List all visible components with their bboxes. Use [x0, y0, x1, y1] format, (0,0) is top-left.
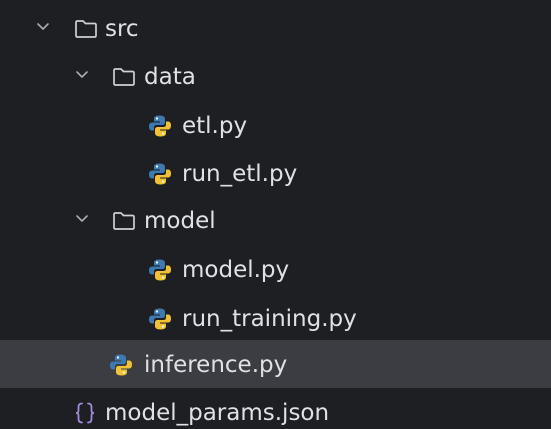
json-braces-icon: [75, 402, 95, 424]
tree-item-run-etl-py[interactable]: run_etl.py: [0, 149, 551, 197]
python-file-icon: [149, 259, 171, 281]
tree-item-label: model_params.json: [105, 400, 330, 426]
tree-item-run-training-py[interactable]: run_training.py: [0, 294, 551, 342]
tree-item-label: data: [144, 64, 196, 90]
tree-item-label: inference.py: [144, 352, 288, 378]
tree-item-inference-py[interactable]: inference.py: [0, 340, 551, 388]
tree-item-label: model: [144, 208, 216, 234]
tree-item-label: model.py: [182, 257, 290, 283]
python-file-icon: [149, 163, 171, 185]
tree-item-label: run_training.py: [182, 306, 357, 332]
chevron-down-icon[interactable]: [74, 66, 90, 82]
folder-icon: [113, 212, 135, 230]
folder-icon: [113, 68, 135, 86]
python-file-icon: [149, 308, 171, 330]
tree-item-etl-py[interactable]: etl.py: [0, 101, 551, 149]
chevron-down-icon[interactable]: [74, 210, 90, 226]
tree-item-model-params-json[interactable]: model_params.json: [0, 388, 551, 429]
python-file-icon: [110, 354, 132, 376]
tree-item-src-folder[interactable]: src: [0, 4, 551, 52]
tree-item-label: etl.py: [182, 113, 248, 139]
tree-item-label: src: [105, 16, 139, 42]
chevron-down-icon[interactable]: [35, 18, 51, 34]
tree-item-label: run_etl.py: [182, 161, 298, 187]
project-tree: src data etl.py run_etl.py model model.p…: [0, 0, 551, 429]
folder-icon: [75, 20, 97, 38]
python-file-icon: [149, 115, 171, 137]
tree-item-data-folder[interactable]: data: [0, 52, 551, 100]
tree-item-model-folder[interactable]: model: [0, 196, 551, 244]
tree-item-model-py[interactable]: model.py: [0, 245, 551, 293]
